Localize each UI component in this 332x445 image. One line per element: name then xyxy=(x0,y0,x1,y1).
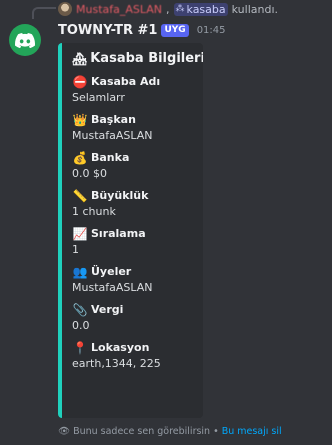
pin-icon: 📍 xyxy=(72,341,88,355)
field-name: Lokasyon xyxy=(91,341,150,354)
houses-icon: 🏘 xyxy=(72,51,88,66)
reply-username[interactable]: Mustafa_ASLAN xyxy=(76,3,162,16)
field-value: 0.0 xyxy=(72,319,90,332)
paperclip-icon: 📎 xyxy=(72,303,88,317)
bot-avatar[interactable] xyxy=(9,24,41,56)
embed-card: 🏘 Kasaba Bilgileri ⛔ Kasaba Adı Selamlarr… xyxy=(58,43,203,418)
field-name: Başkan xyxy=(91,113,136,126)
embed-field-town-name: ⛔ Kasaba Adı Selamlarr xyxy=(72,74,195,105)
ruler-icon: 📏 xyxy=(72,189,88,203)
field-value: MustafaASLAN xyxy=(72,281,153,294)
reply-connector xyxy=(32,7,56,19)
embed-title-text: Kasaba Bilgileri xyxy=(90,51,203,66)
field-value: earth,1344, 225 xyxy=(72,357,161,370)
people-icon: 👥 xyxy=(72,265,88,279)
footer-separator: • xyxy=(213,426,219,437)
slash-command-label: kasaba xyxy=(186,2,226,16)
field-value: Selamlarr xyxy=(72,91,125,104)
reply-user-avatar[interactable] xyxy=(58,2,72,16)
embed-field-rank: 📈 Sıralama 1 xyxy=(72,226,195,257)
field-value: MustafaASLAN xyxy=(72,129,153,142)
embed-field-tax: 📎 Vergi 0.0 xyxy=(72,302,195,333)
field-name: Üyeler xyxy=(91,265,132,278)
field-name: Kasaba Adı xyxy=(91,75,161,88)
bot-username[interactable]: TOWNY-TR #1 xyxy=(58,23,157,38)
ephemeral-text: Bunu sadece sen görebilirsin xyxy=(73,426,211,437)
ephemeral-notice: 👁 Bunu sadece sen görebilirsin • Bu mesa… xyxy=(58,426,282,437)
embed-field-location: 📍 Lokasyon earth,1344, 225 xyxy=(72,340,195,371)
field-name: Vergi xyxy=(91,303,124,316)
crown-icon: 👑 xyxy=(72,113,88,127)
chart-increasing-icon: 📈 xyxy=(72,227,88,241)
field-value: 1 chunk xyxy=(72,205,116,218)
embed-field-members: 👥 Üyeler MustafaASLAN xyxy=(72,264,195,295)
app-badge: UYG xyxy=(161,24,189,37)
field-name: Sıralama xyxy=(91,227,146,240)
embed-field-size: 📏 Büyüklük 1 chunk xyxy=(72,188,195,219)
message-header: TOWNY-TR #1 UYG 01:45 xyxy=(58,23,226,38)
money-bag-icon: 💰 xyxy=(72,151,88,165)
slash-command-mention[interactable]: ⁂ kasaba xyxy=(173,2,228,16)
embed-field-mayor: 👑 Başkan MustafaASLAN xyxy=(72,112,195,143)
discord-logo-icon xyxy=(15,32,35,48)
eye-icon: 👁 xyxy=(58,426,71,437)
field-name: Büyüklük xyxy=(91,189,149,202)
embed-field-bank: 💰 Banka 0.0 $0 xyxy=(72,150,195,181)
dismiss-message-link[interactable]: Bu mesajı sil xyxy=(222,426,282,437)
field-name: Banka xyxy=(91,151,130,164)
reply-context: Mustafa_ASLAN , ⁂ kasaba kullandı. xyxy=(58,0,278,18)
field-value: 1 xyxy=(72,243,79,256)
slash-command-icon: ⁂ xyxy=(175,4,185,14)
reply-suffix: kullandı. xyxy=(231,2,279,16)
message-timestamp[interactable]: 01:45 xyxy=(197,25,226,36)
no-entry-icon: ⛔ xyxy=(72,75,88,89)
embed-title: 🏘 Kasaba Bilgileri xyxy=(72,51,203,66)
field-value: 0.0 $0 xyxy=(72,167,107,180)
reply-separator: , xyxy=(166,2,170,16)
